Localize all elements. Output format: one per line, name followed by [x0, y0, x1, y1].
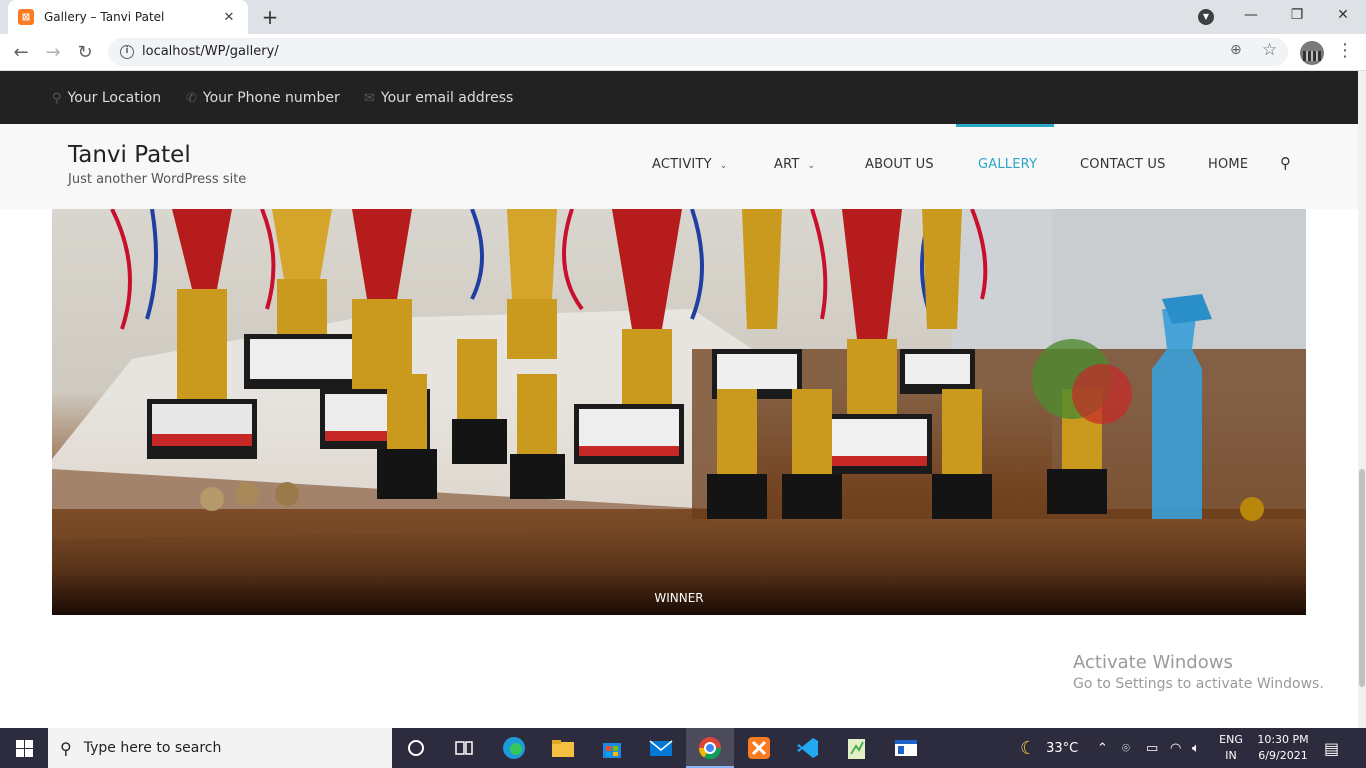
profile-avatar[interactable] [1300, 41, 1324, 65]
notepad-plus-icon[interactable] [833, 728, 881, 768]
bookmark-star-icon[interactable]: ☆ [1262, 40, 1277, 60]
tab-search-icon[interactable]: ▼ [1198, 9, 1214, 25]
site-info-icon[interactable]: i [120, 45, 134, 59]
xampp-favicon-icon: ⊠ [18, 9, 34, 25]
phone-icon: ✆ [186, 90, 197, 106]
vscode-icon[interactable] [784, 728, 832, 768]
nav-art-label: ART [774, 157, 800, 172]
battery-icon[interactable]: ▭ [1146, 728, 1158, 768]
page-scrollbar[interactable] [1358, 71, 1366, 728]
xampp-icon[interactable] [735, 728, 783, 768]
scrollbar-thumb[interactable] [1359, 469, 1365, 687]
windows-taskbar: ⚲ Type here to search ☾ 33°C ⌃ ⌾ ▭ ◠ 🔈︎ [0, 728, 1366, 768]
site-header: Tanvi Patel Just another WordPress site … [0, 124, 1366, 209]
site-tagline: Just another WordPress site [68, 172, 247, 187]
nav-about-us[interactable]: ABOUT US [865, 157, 934, 172]
site-top-bar: ⚲ Your Location ✆ Your Phone number ✉ Yo… [0, 71, 1366, 124]
address-toolbar: ← → ↻ i localhost/WP/gallery/ ⊕ ☆ ⋮ [0, 34, 1366, 71]
browser-tab[interactable]: ⊠ Gallery – Tanvi Patel ✕ [8, 0, 248, 34]
language-code: ENG [1219, 733, 1243, 746]
map-pin-icon: ⚲ [52, 90, 62, 106]
chevron-down-icon: ⌄ [807, 161, 816, 171]
gallery-image-winner[interactable]: WINNER [52, 209, 1306, 615]
weather-widget[interactable]: ☾ 33°C [1020, 728, 1078, 768]
chevron-up-icon: ⌃ [1097, 740, 1108, 756]
notifications-icon[interactable]: ▤ [1324, 728, 1339, 768]
task-view-icon[interactable] [440, 728, 488, 768]
weather-temp: 33°C [1046, 740, 1079, 756]
address-bar[interactable]: i localhost/WP/gallery/ ⊕ ☆ [108, 38, 1288, 66]
app-window-icon[interactable] [882, 728, 930, 768]
envelope-icon: ✉ [364, 90, 375, 106]
new-tab-button[interactable]: + [258, 5, 282, 29]
active-nav-indicator [956, 124, 1054, 127]
restore-button[interactable]: ❐ [1274, 0, 1320, 32]
volume-icon[interactable]: 🔈︎ [1192, 728, 1200, 768]
url-text[interactable]: localhost/WP/gallery/ [142, 44, 279, 59]
back-arrow-icon[interactable]: ← [8, 40, 34, 66]
edge-browser-icon[interactable] [490, 728, 538, 768]
forward-arrow-icon[interactable]: → [40, 40, 66, 66]
nav-contact-us[interactable]: CONTACT US [1080, 157, 1166, 172]
language-indicator[interactable]: ENG IN [1216, 732, 1246, 764]
start-button[interactable] [0, 728, 48, 768]
location-info: ⚲ Your Location [52, 90, 161, 106]
chrome-icon[interactable] [686, 728, 734, 768]
reload-icon[interactable]: ↻ [72, 40, 98, 66]
nav-art[interactable]: ART ⌄ [774, 157, 815, 172]
chevron-down-icon: ⌄ [719, 161, 728, 171]
clock-time: 10:30 PM [1257, 733, 1309, 746]
tab-title: Gallery – Tanvi Patel [44, 10, 165, 24]
taskbar-search-placeholder: Type here to search [83, 740, 222, 756]
language-region: IN [1225, 749, 1237, 762]
close-window-button[interactable]: ✕ [1320, 0, 1366, 32]
location-text: Your Location [67, 90, 162, 106]
mail-icon[interactable] [637, 728, 685, 768]
activate-title: Activate Windows [1073, 652, 1233, 673]
browser-tab-strip: ⊠ Gallery – Tanvi Patel ✕ + ▼ — ❐ ✕ [0, 0, 1366, 34]
trophies-photo [52, 209, 1306, 539]
show-hidden-icons[interactable]: ⌃ [1097, 728, 1108, 768]
microsoft-store-icon[interactable] [588, 728, 636, 768]
wifi-icon[interactable]: ◠ [1170, 728, 1181, 768]
clock-date: 6/9/2021 [1258, 749, 1308, 762]
activate-subtitle: Go to Settings to activate Windows. [1073, 676, 1324, 692]
windows-logo-icon [15, 739, 33, 757]
nav-activity-label: ACTIVITY [652, 157, 712, 172]
cortana-icon[interactable] [392, 728, 440, 768]
browser-menu-icon[interactable]: ⋮ [1336, 40, 1354, 61]
email-text: Your email address [380, 90, 514, 106]
phone-text: Your Phone number [202, 90, 340, 106]
minimize-button[interactable]: — [1228, 0, 1274, 32]
site-title[interactable]: Tanvi Patel [68, 142, 191, 168]
moon-cloud-icon: ☾ [1020, 737, 1037, 759]
nav-activity[interactable]: ACTIVITY ⌄ [652, 157, 727, 172]
search-icon[interactable]: ⚲ [1280, 154, 1291, 172]
taskbar-search[interactable]: ⚲ Type here to search [48, 728, 392, 768]
zoom-icon[interactable]: ⊕ [1230, 42, 1242, 58]
nav-home[interactable]: HOME [1208, 157, 1248, 172]
phone-info: ✆ Your Phone number [186, 90, 340, 106]
search-icon: ⚲ [60, 738, 72, 758]
gallery-caption: WINNER [654, 591, 704, 605]
activate-windows-watermark: Activate Windows Go to Settings to activ… [1073, 652, 1324, 692]
nav-gallery[interactable]: GALLERY [978, 157, 1037, 172]
meet-now-icon[interactable]: ⌾ [1122, 728, 1130, 768]
email-info: ✉ Your email address [364, 90, 513, 106]
taskbar-clock[interactable]: 10:30 PM 6/9/2021 [1250, 732, 1316, 764]
close-tab-icon[interactable]: ✕ [220, 10, 238, 25]
file-explorer-icon[interactable] [539, 728, 587, 768]
